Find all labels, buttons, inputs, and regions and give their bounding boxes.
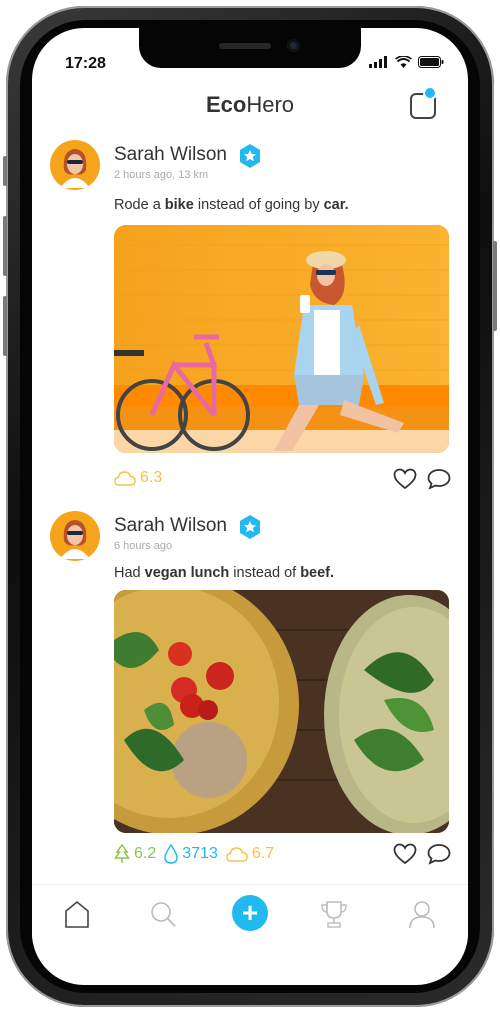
post-author-name[interactable]: Sarah Wilson — [114, 515, 227, 537]
comment-bubble-icon[interactable] — [427, 843, 451, 865]
like-heart-icon[interactable] — [393, 468, 417, 490]
notification-dot — [423, 86, 437, 100]
cloud-icon — [226, 847, 248, 862]
photo-illustration — [114, 225, 449, 453]
cloud-icon — [114, 471, 136, 486]
app-title: EcoHero — [32, 92, 468, 118]
bottom-tab-bar: + — [32, 884, 468, 944]
post-photo-vegan-lunch[interactable] — [114, 590, 449, 833]
photo-illustration — [114, 590, 449, 833]
mute-switch — [3, 156, 7, 186]
trees-value: 6.2 — [134, 845, 157, 862]
co2-saved-stat: 6.7 — [226, 844, 274, 864]
status-time: 17:28 — [65, 55, 106, 72]
caption-text: Had — [114, 565, 145, 581]
post-caption: Had vegan lunch instead of beef. — [114, 565, 334, 581]
signal-icon — [369, 56, 387, 68]
avatar[interactable] — [50, 511, 100, 561]
post-actions — [393, 843, 451, 865]
caption-bold: bike — [164, 197, 194, 213]
app-screen: 17:28 EcoHero Sarah Wilson 2 hours ago, … — [32, 28, 468, 985]
avatar[interactable] — [50, 140, 100, 190]
post-impact-stats: 6.2 3713 6.7 — [114, 844, 274, 864]
add-post-button[interactable]: + — [232, 895, 268, 931]
post-meta: 2 hours ago, 13 km — [114, 169, 209, 181]
tree-icon — [114, 844, 130, 863]
caption-text: instead of — [229, 565, 301, 581]
notch — [139, 28, 361, 68]
search-icon[interactable] — [149, 899, 177, 929]
volume-up-button — [3, 216, 7, 276]
trees-stat: 6.2 — [114, 844, 156, 864]
comment-bubble-icon[interactable] — [427, 468, 451, 490]
water-drop-icon — [164, 844, 179, 864]
battery-icon — [418, 56, 444, 68]
co2-value: 6.3 — [140, 469, 163, 486]
caption-text: Rode a — [114, 197, 165, 213]
wifi-icon — [395, 56, 412, 68]
co2-saved-stat: 6.3 — [114, 469, 162, 487]
caption-bold: vegan lunch — [144, 565, 230, 581]
speaker — [219, 43, 271, 49]
caption-bold: car. — [323, 197, 349, 213]
status-icons — [369, 56, 444, 68]
app-title-bold: Eco — [205, 92, 247, 117]
co2-value: 6.7 — [251, 845, 275, 862]
caption-bold: beef. — [300, 565, 335, 581]
trophy-icon[interactable] — [320, 899, 348, 929]
post-photo-bike[interactable] — [114, 225, 449, 453]
post-author-name[interactable]: Sarah Wilson — [114, 144, 227, 166]
avatar-image — [60, 520, 90, 559]
avatar-image — [60, 149, 90, 188]
like-heart-icon[interactable] — [393, 843, 417, 865]
post-meta: 6 hours ago — [114, 540, 173, 552]
camera — [287, 39, 300, 52]
app-title-rest: Hero — [246, 92, 295, 117]
power-button — [493, 241, 497, 331]
volume-down-button — [3, 296, 7, 356]
water-value: 3713 — [182, 845, 218, 862]
verified-badge-icon — [240, 144, 260, 168]
verified-badge-icon — [240, 515, 260, 539]
water-stat: 3713 — [164, 844, 218, 864]
home-icon[interactable] — [63, 899, 91, 929]
post-actions — [393, 468, 451, 490]
post-caption: Rode a bike instead of going by car. — [114, 197, 349, 213]
profile-icon[interactable] — [408, 899, 436, 929]
caption-text: instead of going by — [193, 197, 324, 213]
